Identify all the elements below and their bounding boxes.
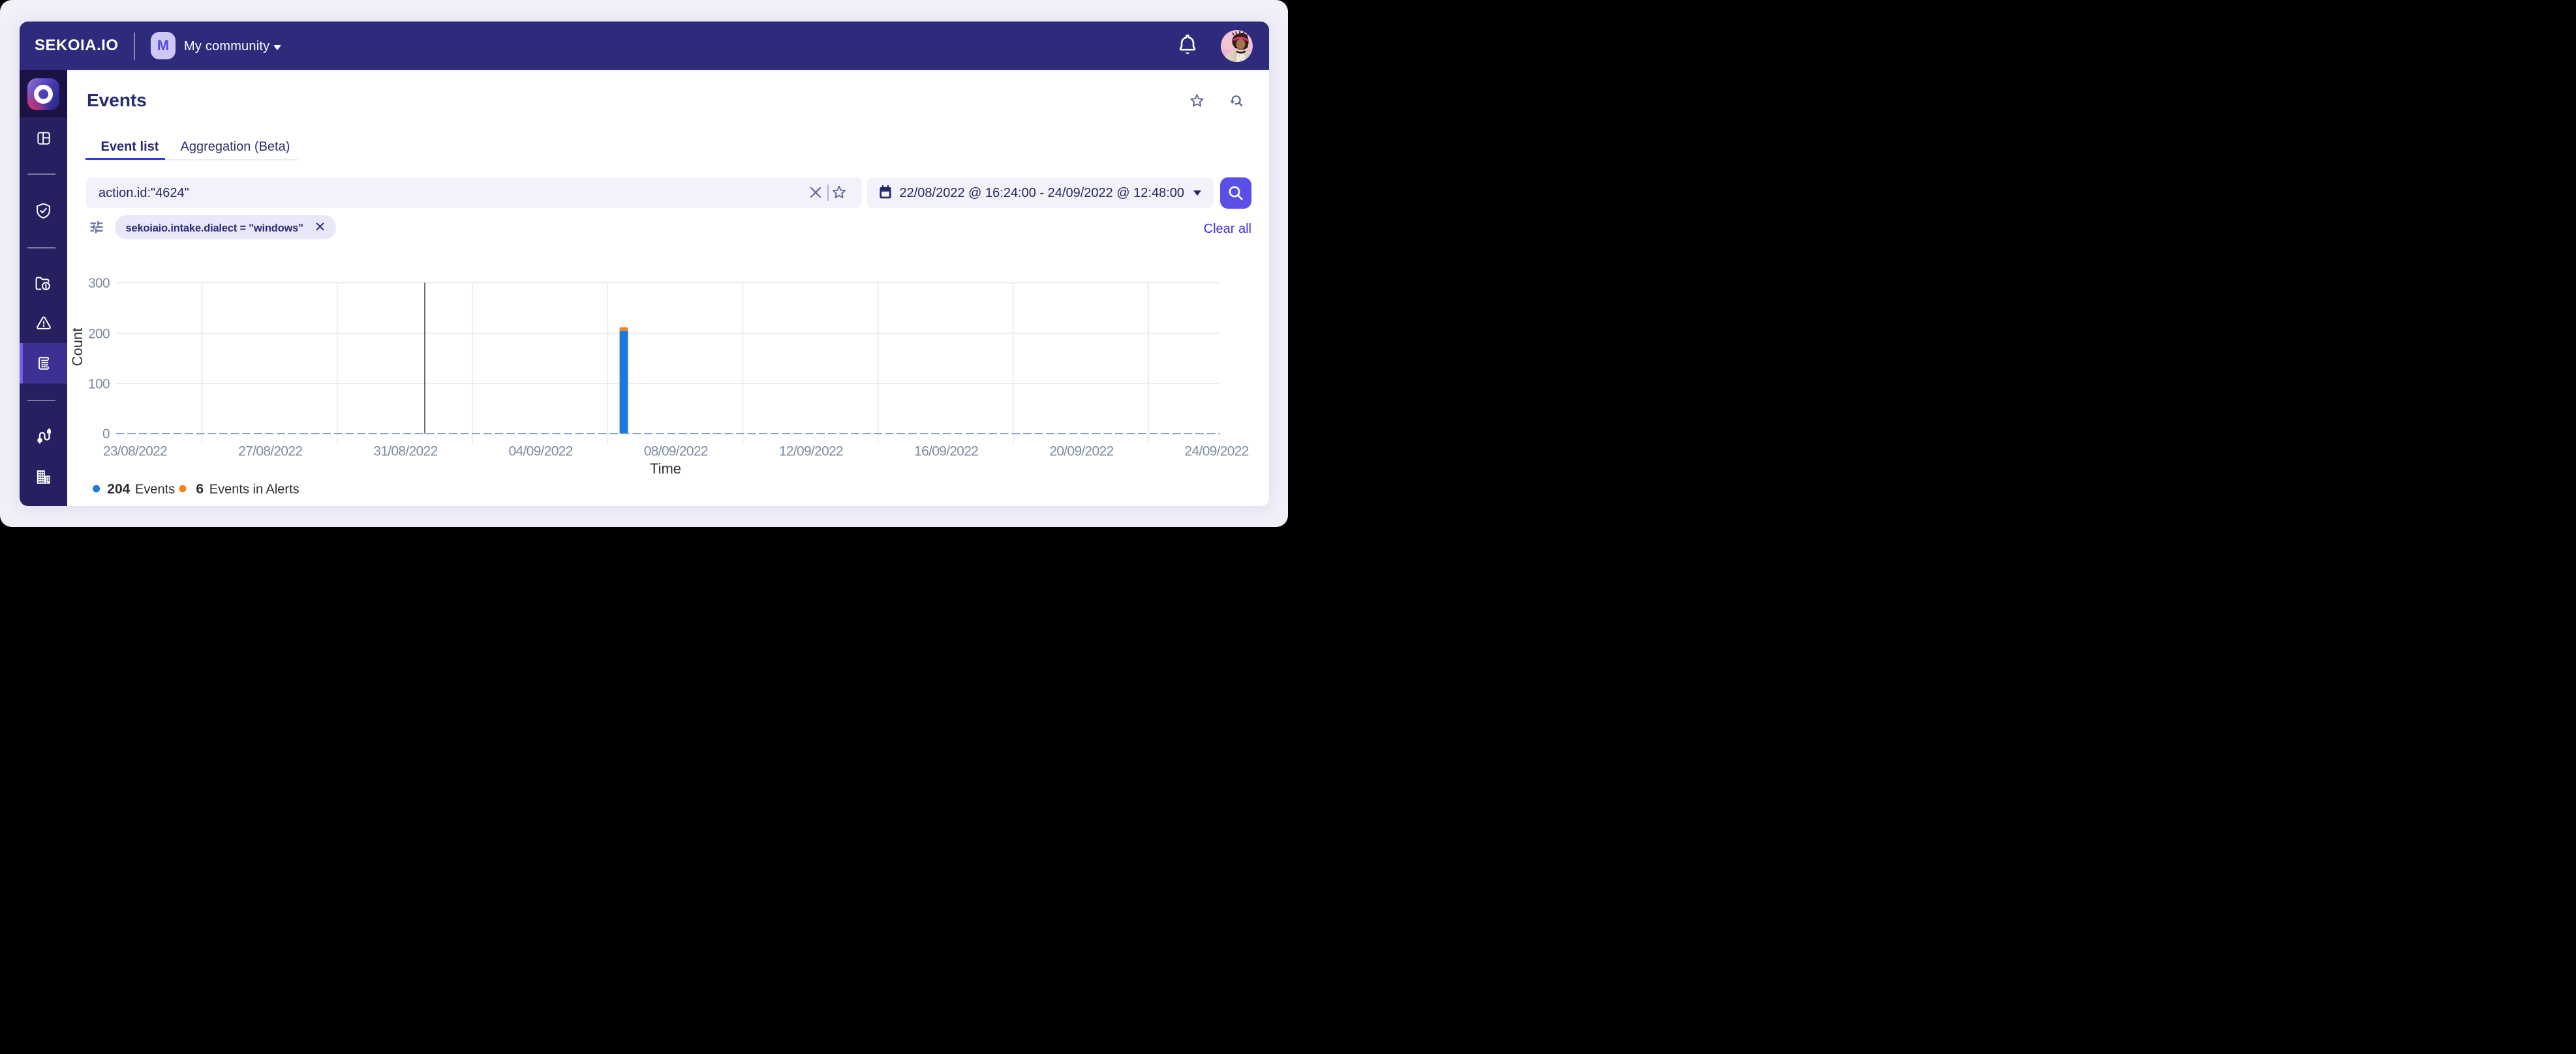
svg-text:200: 200 (88, 326, 110, 341)
svg-text:12/09/2022: 12/09/2022 (779, 444, 843, 459)
svg-text:Events in Alerts: Events in Alerts (209, 483, 299, 497)
svg-text:08/09/2022: 08/09/2022 (644, 444, 708, 459)
svg-text:204: 204 (107, 482, 130, 497)
svg-text:Count: Count (69, 328, 85, 367)
svg-text:16/09/2022: 16/09/2022 (914, 444, 978, 459)
svg-text:Time: Time (650, 460, 681, 477)
svg-text:31/08/2022: 31/08/2022 (373, 444, 437, 459)
svg-text:6: 6 (196, 482, 204, 497)
svg-text:100: 100 (88, 377, 110, 392)
svg-text:23/08/2022: 23/08/2022 (103, 444, 167, 459)
svg-text:24/09/2022: 24/09/2022 (1185, 444, 1249, 459)
svg-text:0: 0 (102, 427, 110, 442)
svg-text:20/09/2022: 20/09/2022 (1049, 444, 1113, 459)
svg-text:04/09/2022: 04/09/2022 (509, 444, 573, 459)
svg-text:Events: Events (135, 483, 175, 497)
svg-text:27/08/2022: 27/08/2022 (238, 444, 302, 459)
svg-text:300: 300 (88, 276, 110, 291)
